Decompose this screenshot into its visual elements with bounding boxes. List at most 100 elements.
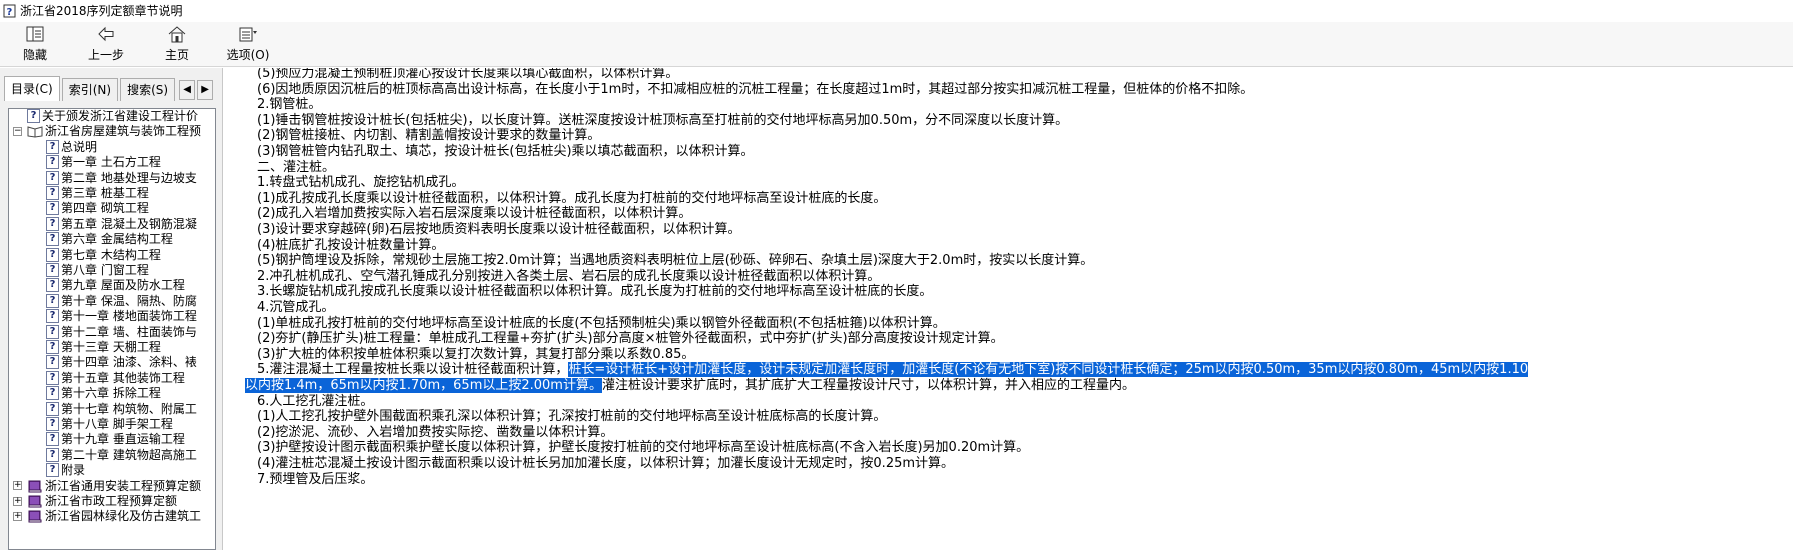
content-line: 5.灌注混凝土工程量按桩长乘以设计桩径截面积计算，桩长=设计桩长+设计加灌长度，… — [257, 361, 1529, 378]
tab-search[interactable]: 搜索(S) — [120, 78, 176, 101]
tree-item-label: 浙江省市政工程预算定额 — [45, 494, 178, 508]
tree-item[interactable]: ? 第十七章 构筑物、附属工 — [46, 401, 197, 417]
content-text: (6)因地质原因沉桩后的桩顶标高高出设计标高，在长度小于1m时，不扣减相应桩的沉… — [257, 81, 1254, 97]
tree-item[interactable]: ? 第六章 金属结构工程 — [46, 231, 173, 247]
content-text: 7.预埋管及后压浆。 — [257, 471, 374, 487]
content-line: (2)夯扩(静压扩头)桩工程量：单桩成孔工程量+夯扩(扩头)部分高度×桩管外径截… — [257, 330, 1004, 347]
tree-item[interactable]: ? 第十三章 天棚工程 — [46, 339, 161, 355]
tree-item[interactable]: ? 第十四章 油漆、涂料、裱 — [46, 354, 197, 370]
tree-item-label: 第一章 土石方工程 — [61, 155, 161, 170]
tree-item-label: 第二十章 建筑物超高施工 — [61, 447, 197, 462]
content-text: 2.冲孔桩机成孔、空气潜孔锤成孔分别按进入各类土层、岩石层的成孔长度乘以设计桩径… — [257, 268, 881, 284]
tree-item[interactable]: ? 附录 — [46, 462, 85, 478]
tree-item-label: 第四章 砌筑工程 — [61, 201, 149, 216]
tree-item[interactable]: ? 第十九章 垂直运输工程 — [46, 431, 185, 447]
content-line: 6.人工挖孔灌注桩。 — [257, 393, 373, 410]
question-page-icon: ? — [46, 263, 59, 277]
tree-item-label: 第五章 混凝土及钢筋混凝 — [61, 216, 197, 231]
tree-item[interactable]: ? 第十八章 脚手架工程 — [46, 416, 173, 432]
tree-item-label: 第六章 金属结构工程 — [61, 232, 173, 247]
tree-item[interactable]: − 浙江省房屋建筑与装饰工程预 — [13, 123, 201, 139]
tree-item[interactable]: ? 关于颁发浙江省建设工程计价 — [13, 109, 198, 124]
content-line: (4)灌注桩芯混凝土按设计图示截面积乘以设计桩长另加加灌长度，以体积计算；加灌长… — [257, 455, 954, 472]
hide-label: 隐藏 — [22, 48, 47, 62]
question-page-icon: ? — [46, 463, 59, 478]
selected-text: 桩长=设计桩长+设计加灌长度，设计未规定加灌长度时，加灌长度(不论有无地下室)按… — [568, 362, 1529, 378]
tree-item[interactable]: ? 第二章 地基处理与边坡支 — [46, 170, 197, 186]
tab-contents[interactable]: 目录(C) — [4, 76, 60, 101]
closed-book-icon — [28, 480, 42, 493]
tree-item-label: 第十一章 楼地面装饰工程 — [61, 309, 197, 324]
tab-scroll-right-icon[interactable]: ▶ — [197, 80, 214, 100]
question-page-icon: ? — [46, 417, 59, 431]
home-icon — [168, 26, 186, 43]
content-text: (2)钢管桩接桩、内切割、精割盖帽按设计要求的数量计算。 — [257, 128, 601, 144]
hide-button[interactable]: 隐藏 — [6, 22, 64, 66]
content-line: (3)设计要求穿越碎(卵)石层按地质资料表明长度乘以设计桩径截面积，以体积计算。 — [257, 221, 741, 238]
content-line: (3)钢管桩管内钻孔取土、填芯，按设计桩长(包括桩尖)乘以填芯截面积，以体积计算… — [257, 143, 754, 160]
content-line: 2.冲孔桩机成孔、空气潜孔锤成孔分别按进入各类土层、岩石层的成孔长度乘以设计桩径… — [257, 268, 880, 285]
options-button[interactable]: 选项(O) — [219, 22, 277, 66]
content-line: (2)钢管桩接桩、内切割、精割盖帽按设计要求的数量计算。 — [257, 127, 600, 144]
expand-icon[interactable]: + — [13, 496, 22, 506]
content-line: 1.转盘式钻机成孔、旋挖钻机成孔。 — [257, 174, 464, 191]
content-line: (2)成孔入岩增加费按实际入岩石层深度乘以设计桩径截面积，以体积计算。 — [257, 205, 691, 222]
question-page-icon: ? — [46, 386, 59, 401]
question-page-icon: ? — [46, 340, 59, 354]
svg-text:?: ? — [7, 7, 13, 18]
options-label: 选项(O) — [226, 48, 270, 62]
tree-item[interactable]: ? 第四章 砌筑工程 — [46, 200, 149, 216]
content-line: (3)扩大桩的体积按单桩体积乘以复打次数计算，其复打部分乘以系数0.85。 — [257, 346, 694, 363]
tree-item[interactable]: ? 第十五章 其他装饰工程 — [46, 370, 185, 386]
back-button[interactable]: 上一步 — [77, 22, 135, 66]
contents-tree: ? 关于颁发浙江省建设工程计价 − 浙江省房屋建筑与装饰工程预? 总说明? 第一章 土石方… — [8, 108, 216, 550]
toolbar: 隐藏 上一步 主页 选项(O) — [0, 22, 1793, 67]
window-title: 浙江省2018序列定额章节说明 — [20, 4, 183, 18]
tree-item[interactable]: ? 第一章 土石方工程 — [46, 154, 161, 170]
content-text: (3)扩大桩的体积按单桩体积乘以复打次数计算，其复打部分乘以系数0.85。 — [257, 346, 695, 362]
content-line: (1)人工挖孔按护壁外围截面积乘孔深以体积计算；孔深按打桩前的交付地坪标高至设计… — [257, 408, 886, 425]
tree-item[interactable]: ? 第十六章 拆除工程 — [46, 385, 161, 401]
home-button[interactable]: 主页 — [148, 22, 206, 66]
tab-scroll-left-icon[interactable]: ◀ — [179, 80, 196, 100]
tree-item[interactable]: + 浙江省市政工程预算定额 — [13, 493, 177, 509]
tree-item[interactable]: ? 第七章 木结构工程 — [46, 247, 161, 263]
tab-index[interactable]: 索引(N) — [61, 78, 119, 101]
content-line: 二、灌注桩。 — [257, 159, 335, 176]
tree-item[interactable]: ? 第九章 屋面及防水工程 — [46, 277, 185, 293]
tree-item[interactable]: ? 总说明 — [46, 139, 97, 155]
content-text: 5.灌注混凝土工程量按桩长乘以设计桩径截面积计算， — [257, 362, 569, 378]
content-text: (3)设计要求穿越碎(卵)石层按地质资料表明长度乘以设计桩径截面积，以体积计算。 — [257, 222, 741, 237]
tree-item[interactable]: + 浙江省园林绿化及仿古建筑工 — [13, 508, 201, 524]
tree-item-label: 总说明 — [61, 139, 98, 154]
question-page-icon: ? — [46, 155, 59, 170]
expand-icon[interactable]: + — [13, 511, 22, 521]
tree-item-label: 第十五章 其他装饰工程 — [61, 370, 185, 385]
options-icon — [239, 27, 257, 42]
question-page-icon: ? — [27, 109, 40, 123]
question-page-icon: ? — [46, 432, 59, 447]
tree-item[interactable]: ? 第八章 门窗工程 — [46, 262, 149, 278]
tree-item-label: 附录 — [61, 463, 86, 478]
tree-item-label: 第三章 桩基工程 — [61, 186, 149, 200]
tree-item[interactable]: ? 第十章 保温、隔热、防腐 — [46, 293, 197, 309]
nav-tabs: 目录(C) 索引(N) 搜索(S) ◀ ▶ — [4, 76, 214, 102]
question-page-icon: ? — [46, 355, 59, 370]
selected-text: 以内按1.4m，65m以内按1.70m，65m以上按2.00m计算。 — [245, 378, 602, 393]
tree-item-label: 第十九章 垂直运输工程 — [61, 432, 185, 447]
content-text: (3)护壁按设计图示截面积乘护壁长度以体积计算，护壁长度按打桩前的交付地坪标高至… — [257, 440, 1030, 456]
content-line: (3)护壁按设计图示截面积乘护壁长度以体积计算，护壁长度按打桩前的交付地坪标高至… — [257, 439, 1029, 456]
content-text: (3)钢管桩管内钻孔取土、填芯，按设计桩长(包括桩尖)乘以填芯截面积，以体积计算… — [257, 144, 754, 159]
tree-item[interactable]: ? 第五章 混凝土及钢筋混凝 — [46, 216, 197, 232]
tree-item[interactable]: ? 第二十章 建筑物超高施工 — [46, 447, 197, 463]
tree-item[interactable]: ? 第十二章 墙、柱面装饰与 — [46, 324, 197, 340]
expand-icon[interactable]: + — [13, 481, 22, 491]
question-page-icon: ? — [46, 201, 59, 216]
tree-item[interactable]: ? 第十一章 楼地面装饰工程 — [46, 308, 197, 324]
content-text: (1)锤击钢管桩按设计桩长(包括桩尖)，以长度计算。送桩深度按设计桩顶标高至打桩… — [257, 112, 1069, 128]
content-text: (2)挖淤泥、流砂、入岩增加费按实际挖、凿数量以体积计算。 — [257, 424, 614, 440]
tree-item-label: 第十章 保温、隔热、防腐 — [61, 293, 197, 308]
tree-item[interactable]: + 浙江省通用安装工程预算定额 — [13, 478, 201, 494]
tree-item[interactable]: ? 第三章 桩基工程 — [46, 185, 149, 201]
collapse-icon[interactable]: − — [13, 126, 22, 136]
